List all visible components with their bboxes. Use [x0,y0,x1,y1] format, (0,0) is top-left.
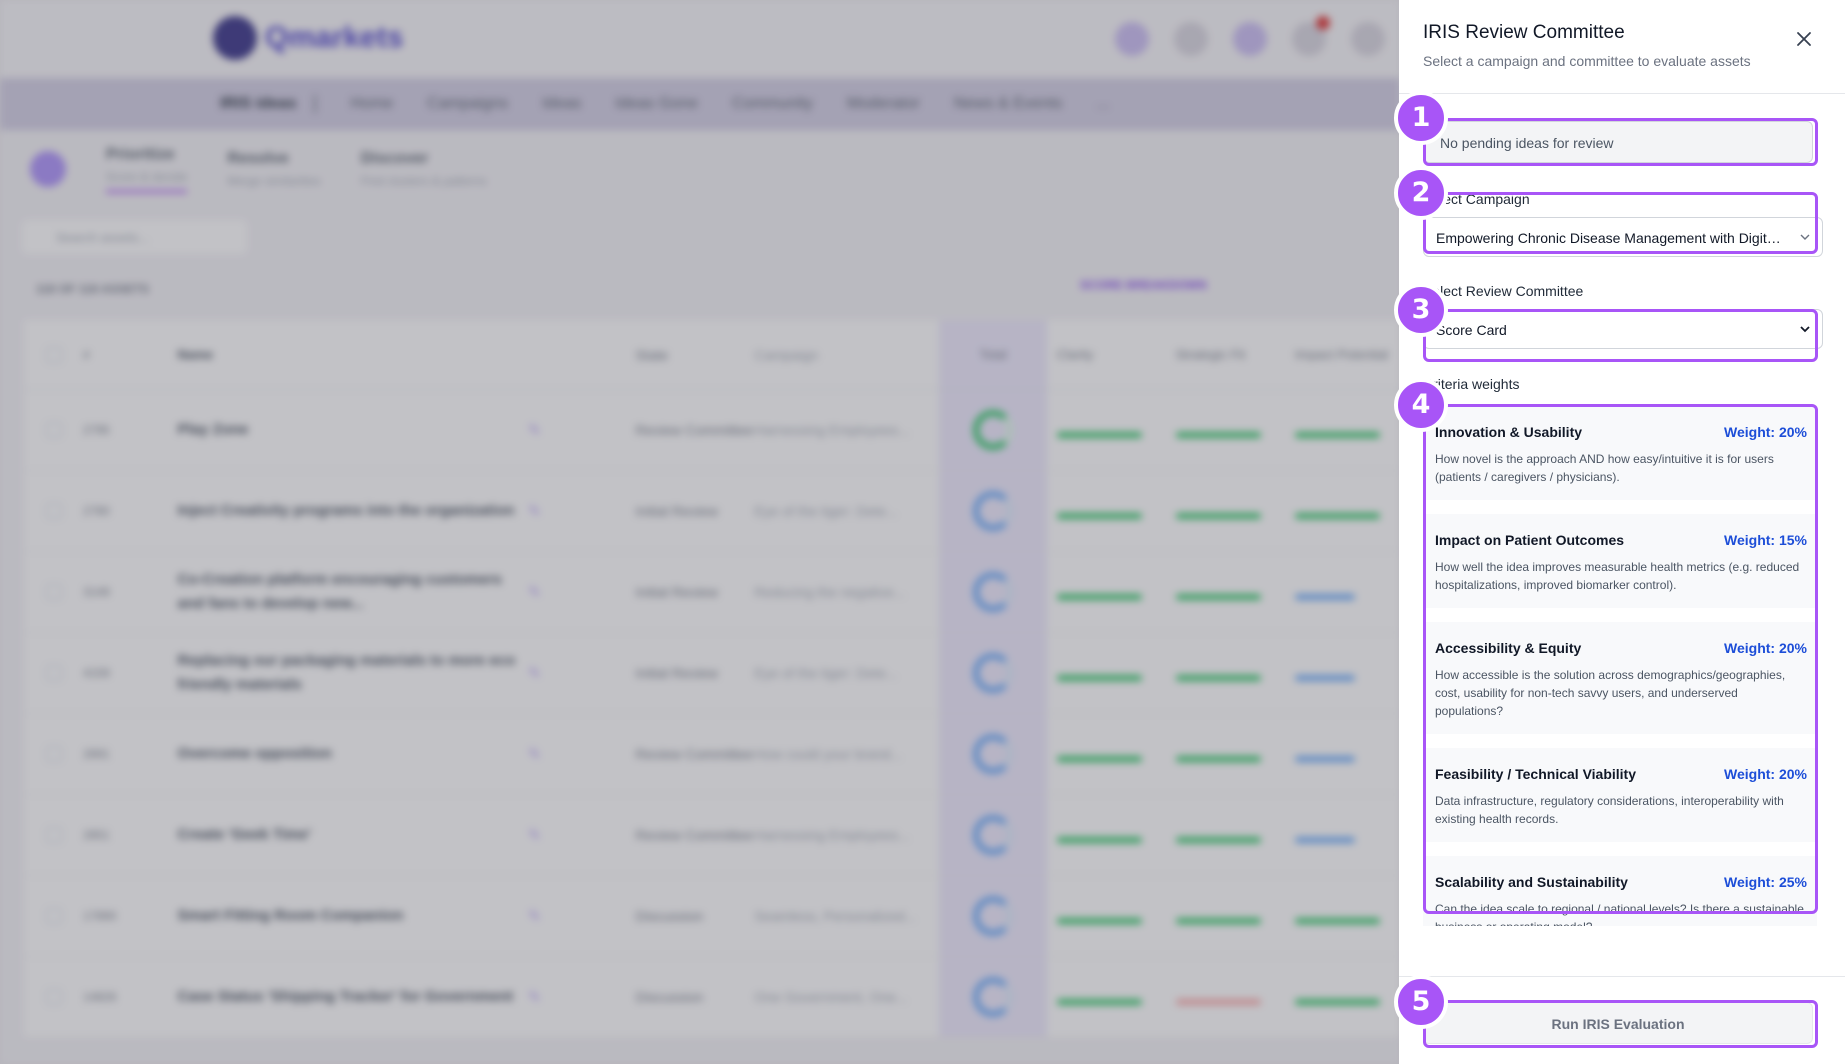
callout-badge-4: 4 [1394,378,1448,432]
criterion-name: Scalability and Sustainability [1435,874,1628,890]
criterion-weight: Weight: 25% [1724,874,1807,890]
pending-ideas-notice: No pending ideas for review [1423,121,1813,163]
campaign-select[interactable]: Empowering Chronic Disease Management wi… [1423,217,1823,257]
criterion-card: Accessibility & Equity Weight: 20% How acc… [1423,622,1817,734]
criterion-weight: Weight: 20% [1724,424,1807,440]
iris-review-panel: IRIS Review Committee Select a campaign … [1399,0,1845,1064]
callout-badge-3: 3 [1394,283,1448,337]
criterion-card: Impact on Patient Outcomes Weight: 15% How… [1423,514,1817,608]
criterion-weight: Weight: 15% [1724,532,1807,548]
callout-badge-2: 2 [1394,166,1448,220]
criterion-name: Impact on Patient Outcomes [1435,532,1625,548]
criterion-weight: Weight: 20% [1724,640,1807,656]
chevron-down-icon [1800,234,1810,240]
campaign-select-value: Empowering Chronic Disease Management wi… [1436,230,1822,246]
criterion-weight: Weight: 20% [1724,766,1807,782]
panel-title: IRIS Review Committee [1423,22,1625,43]
criteria-list[interactable]: Innovation & Usability Weight: 20% How nov… [1423,406,1817,926]
criterion-description: How accessible is the solution across de… [1435,668,1786,718]
criterion-card: Feasibility / Technical Viability Weight:… [1423,748,1817,842]
panel-subtitle: Select a campaign and committee to evalu… [1423,53,1751,69]
criterion-name: Feasibility / Technical Viability [1435,766,1636,782]
callout-badge-5: 5 [1394,975,1448,1029]
criterion-description: Can the idea scale to regional / nationa… [1435,902,1804,926]
criterion-description: How novel is the approach AND how easy/i… [1435,452,1774,484]
criterion-card: Scalability and Sustainability Weight: 25… [1423,856,1817,926]
modal-overlay[interactable] [0,0,1400,1064]
callout-badge-1: 1 [1394,91,1448,145]
criterion-name: Innovation & Usability [1435,424,1583,440]
criterion-card: Innovation & Usability Weight: 20% How nov… [1423,406,1817,500]
run-iris-evaluation-button[interactable]: Run IRIS Evaluation [1423,1002,1813,1044]
committee-label: Select Review Committee [1423,283,1584,299]
close-icon[interactable] [1795,30,1813,48]
criterion-description: Data infrastructure, regulatory consider… [1435,794,1784,826]
chevron-down-icon [1800,326,1810,333]
committee-select[interactable]: Score Card [1423,309,1823,349]
criterion-name: Accessibility & Equity [1435,640,1582,656]
panel-footer: Run IRIS Evaluation [1399,976,1845,1064]
panel-header: IRIS Review Committee Select a campaign … [1399,0,1845,94]
committee-select-value: Score Card [1436,322,1507,338]
criterion-description: How well the idea improves measurable he… [1435,560,1800,592]
